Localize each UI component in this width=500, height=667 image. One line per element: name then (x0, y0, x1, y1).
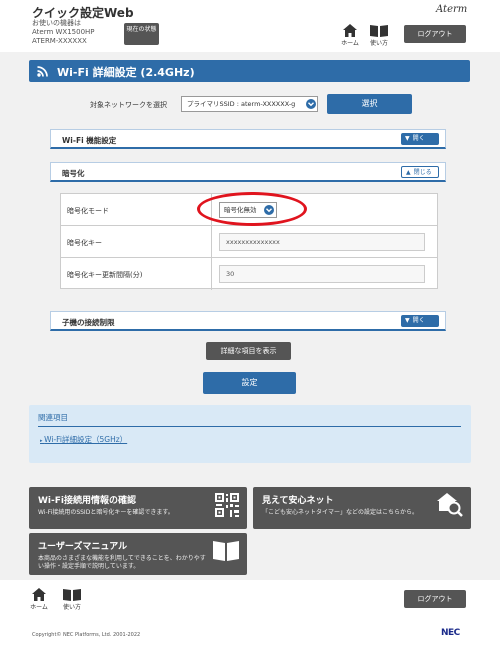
chevron-down-icon: ▼ (405, 135, 410, 142)
section-wifi-function: Wi-Fi 機能設定 ▼ 開く (50, 129, 446, 149)
home-button[interactable]: ホーム (338, 24, 362, 47)
child-restriction-toggle-button[interactable]: ▼ 開く (401, 315, 439, 327)
home-icon (343, 24, 357, 37)
related-items: 関連項目 ▸ Wi-Fi詳細設定（5GHz） (29, 405, 471, 463)
qr-code-icon (215, 493, 239, 517)
copyright: Copyright© NEC Platforms, Ltd. 2001-2022 (32, 632, 141, 638)
manual-button[interactable]: 使い方 (367, 24, 391, 47)
nec-logo: NEC (441, 628, 460, 638)
status-button[interactable]: 現在の状態 (124, 23, 159, 45)
header: クイック設定Web お使いの機器は Aterm WX1500HP ATERM-X… (0, 0, 500, 52)
section-encryption: 暗号化 ▲ 閉じる (50, 162, 446, 182)
key-interval-row: 暗号化キー更新間隔(分) 30 (61, 258, 437, 290)
highlight-circle (197, 192, 307, 226)
book-icon (63, 589, 81, 601)
key-interval-label: 暗号化キー更新間隔(分) (67, 271, 143, 279)
house-search-icon (437, 493, 463, 517)
card-manual-title: ユーザーズマニュアル (38, 542, 128, 552)
card-safe-net[interactable]: 見えて安心ネット 「こども安心ネットタイマー」などの設定はこちらから。 (253, 487, 471, 529)
book-icon (213, 541, 239, 561)
network-select-label: 対象ネットワークを選択 (90, 101, 167, 109)
related-link-label: Wi-Fi詳細設定（5GHz） (44, 435, 128, 444)
device-name: ATERM-XXXXXX (32, 37, 87, 45)
toggle-label: 閉じる (413, 169, 432, 176)
wifi-function-toggle-button[interactable]: ▼ 開く (401, 133, 439, 145)
encryption-key-row: 暗号化キー xxxxxxxxxxxxxx (61, 226, 437, 258)
footer-logout-button[interactable]: ログアウト (404, 590, 466, 608)
section-child-restriction-label: 子機の接続制限 (62, 318, 115, 327)
encryption-key-label: 暗号化キー (67, 239, 102, 247)
toggle-label: 開く (412, 317, 425, 324)
encryption-toggle-button[interactable]: ▲ 閉じる (401, 166, 439, 178)
home-icon (32, 588, 46, 601)
toggle-label: 開く (412, 135, 425, 142)
related-title: 関連項目 (38, 413, 68, 422)
page-title: Wi-Fi 詳細設定 (2.4GHz) (57, 66, 195, 79)
section-encryption-label: 暗号化 (62, 169, 85, 178)
wifi-icon (37, 66, 48, 77)
select-network-button[interactable]: 選択 (327, 94, 412, 114)
card-manual[interactable]: ユーザーズマニュアル 本商品のさまざまな機能を利用してできることを、わかりやすい… (29, 533, 247, 575)
logout-button[interactable]: ログアウト (404, 25, 466, 43)
device-model: Aterm WX1500HP (32, 28, 95, 36)
card-safe-net-desc: 「こども安心ネットタイマー」などの設定はこちらから。 (262, 509, 419, 516)
divider (211, 258, 212, 290)
book-icon (370, 25, 388, 37)
footer-home-label: ホーム (30, 604, 48, 611)
footer-manual-button[interactable]: 使い方 (60, 588, 84, 611)
key-interval-input[interactable]: 30 (219, 265, 425, 283)
network-select[interactable]: プライマリSSID : aterm-XXXXXX-g (181, 96, 318, 112)
card-wifi-info-desc: Wi-Fi接続用のSSIDと暗号化キーを確認できます。 (38, 509, 174, 516)
card-manual-desc: 本商品のさまざまな機能を利用してできることを、わかりやすい操作・設定手順で説明し… (38, 555, 206, 570)
device-label: お使いの機器は (32, 19, 81, 27)
show-details-button[interactable]: 詳細な項目を表示 (206, 342, 291, 360)
card-wifi-info[interactable]: Wi-Fi接続用情報の確認 Wi-Fi接続用のSSIDと暗号化キーを確認できます… (29, 487, 247, 529)
home-label: ホーム (341, 40, 359, 47)
apply-button[interactable]: 設定 (203, 372, 296, 394)
encryption-key-input[interactable]: xxxxxxxxxxxxxx (219, 233, 425, 251)
encryption-mode-label: 暗号化モード (67, 207, 109, 215)
chevron-down-icon (306, 99, 316, 109)
footer-home-button[interactable]: ホーム (27, 588, 51, 611)
divider (211, 226, 212, 258)
section-wifi-function-label: Wi-Fi 機能設定 (62, 136, 117, 145)
section-child-restriction: 子機の接続制限 ▼ 開く (50, 311, 446, 331)
chevron-up-icon: ▲ (406, 169, 411, 176)
chevron-down-icon: ▼ (405, 317, 410, 324)
card-wifi-info-title: Wi-Fi接続用情報の確認 (38, 496, 136, 506)
brand-logo: Aterm (436, 4, 468, 15)
device-info: お使いの機器は Aterm WX1500HP ATERM-XXXXXX (32, 19, 95, 46)
network-select-value: プライマリSSID : aterm-XXXXXX-g (187, 100, 296, 108)
related-link-5ghz[interactable]: ▸ Wi-Fi詳細設定（5GHz） (40, 434, 127, 445)
page-header: Wi-Fi 詳細設定 (2.4GHz) (29, 60, 470, 82)
manual-label: 使い方 (369, 40, 388, 47)
card-safe-net-title: 見えて安心ネット (262, 496, 334, 506)
footer-manual-label: 使い方 (62, 604, 81, 611)
divider (38, 426, 461, 427)
